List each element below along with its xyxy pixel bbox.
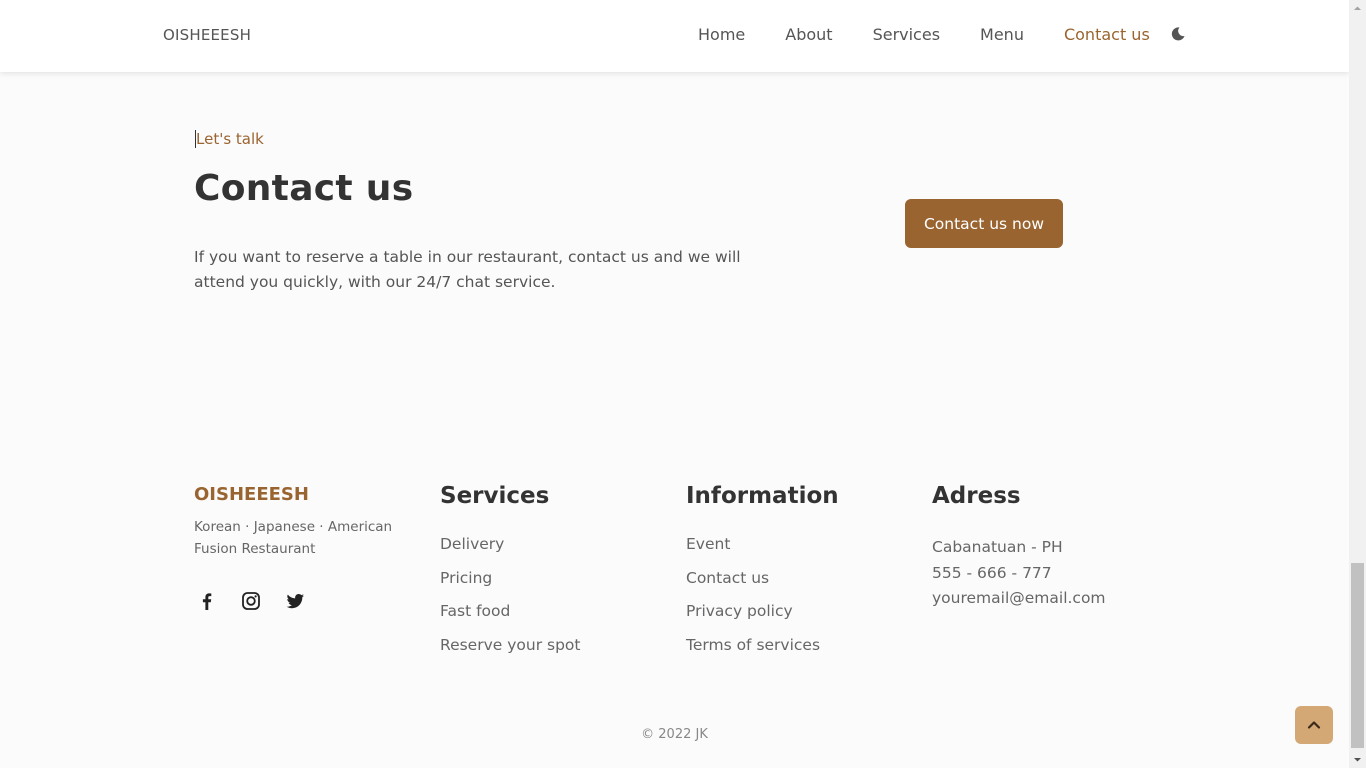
section-title: Contact us — [194, 168, 414, 209]
scroll-down-arrow-icon[interactable] — [1349, 751, 1366, 768]
footer-link-event[interactable]: Event — [686, 535, 820, 569]
footer-link-terms-of-services[interactable]: Terms of services — [686, 636, 820, 670]
footer-address-title: Adress — [932, 483, 1021, 509]
nav-services[interactable]: Services — [873, 25, 940, 44]
footer-information-title: Information — [686, 483, 839, 509]
site-header: OISHEEESH Home About Services Menu Conta… — [0, 0, 1349, 72]
copyright-text: © 2022 JK — [641, 727, 708, 742]
main-nav: Home About Services Menu Contact us — [698, 25, 1190, 44]
section-eyebrow: Let's talk — [195, 130, 264, 148]
footer-link-pricing[interactable]: Pricing — [440, 569, 580, 603]
footer-link-contact-us[interactable]: Contact us — [686, 569, 820, 603]
twitter-icon[interactable] — [284, 590, 306, 612]
footer-services-list: Delivery Pricing Fast food Reserve your … — [440, 535, 580, 670]
footer-brand-name[interactable]: OISHEEESH — [194, 484, 309, 505]
footer-link-reserve-spot[interactable]: Reserve your spot — [440, 636, 580, 670]
address-city: Cabanatuan - PH — [932, 538, 1063, 556]
scrollbar-thumb[interactable] — [1351, 563, 1364, 748]
nav-about[interactable]: About — [785, 25, 832, 44]
nav-contact-us[interactable]: Contact us — [1064, 25, 1150, 44]
instagram-icon[interactable] — [240, 590, 262, 612]
address-phone: 555 - 666 - 777 — [932, 563, 1052, 582]
page-scrollbar[interactable] — [1349, 0, 1366, 768]
nav-home[interactable]: Home — [698, 25, 745, 44]
scroll-to-top-button[interactable] — [1295, 706, 1333, 744]
nav-menu[interactable]: Menu — [980, 25, 1024, 44]
footer-services-title: Services — [440, 483, 550, 509]
section-description: If you want to reserve a table in our re… — [194, 248, 741, 291]
social-links — [196, 590, 328, 612]
footer-address-list: Cabanatuan - PH 555 - 666 - 777 youremai… — [932, 535, 1106, 612]
footer-brand-description: Korean · Japanese · American Fusion Rest… — [194, 519, 393, 557]
site-logo[interactable]: OISHEEESH — [163, 26, 251, 44]
footer-link-privacy-policy[interactable]: Privacy policy — [686, 602, 820, 636]
address-email: youremail@email.com — [932, 589, 1106, 607]
scroll-up-arrow-icon[interactable] — [1349, 0, 1366, 17]
moon-icon[interactable] — [1170, 26, 1186, 42]
footer-information-list: Event Contact us Privacy policy Terms of… — [686, 535, 820, 670]
footer-link-delivery[interactable]: Delivery — [440, 535, 580, 569]
footer-link-fast-food[interactable]: Fast food — [440, 602, 580, 636]
chevron-up-icon — [1307, 721, 1321, 729]
facebook-icon[interactable] — [196, 590, 218, 612]
page: OISHEEESH Home About Services Menu Conta… — [0, 0, 1349, 768]
contact-us-now-button[interactable]: Contact us now — [905, 199, 1063, 248]
